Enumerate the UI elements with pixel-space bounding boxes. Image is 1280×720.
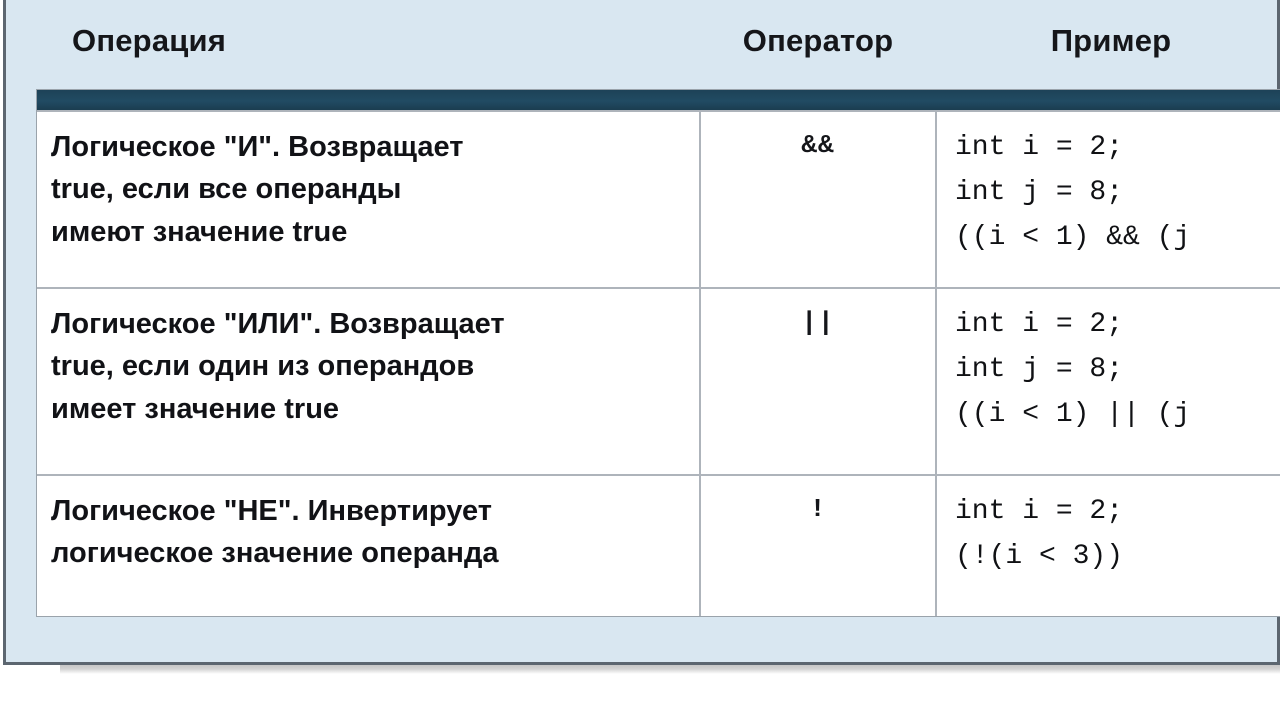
operation-description: Логическое "НЕ". Инвертирует логическое …	[51, 495, 499, 570]
table-top-accent-bar	[37, 90, 1280, 110]
operation-description: Логическое "ИЛИ". Возвращает true, если …	[51, 308, 505, 425]
cell-operation: Логическое "И". Возвращает true, если вс…	[37, 112, 701, 287]
table-row: Логическое "НЕ". Инвертирует логическое …	[37, 474, 1280, 616]
example-code: int i = 2; (!(i < 3))	[955, 496, 1124, 572]
cell-operator: &&	[701, 112, 937, 287]
operator-symbol: &&	[801, 130, 835, 160]
table-row: Логическое "И". Возвращает true, если вс…	[37, 110, 1280, 287]
panel-drop-shadow	[60, 665, 1280, 674]
column-header-example: Пример	[1050, 23, 1172, 58]
cell-operation: Логическое "НЕ". Инвертирует логическое …	[37, 476, 701, 616]
operation-description: Логическое "И". Возвращает true, если вс…	[51, 131, 464, 248]
cell-example: int i = 2; (!(i < 3))	[937, 476, 1280, 616]
operator-symbol: ||	[801, 307, 835, 337]
example-code: int i = 2; int j = 8; ((i < 1) && (j	[955, 132, 1191, 253]
column-header-operator: Оператор	[742, 23, 894, 58]
cell-operation: Логическое "ИЛИ". Возвращает true, если …	[37, 289, 701, 474]
operator-symbol: !	[809, 494, 827, 524]
table-row: Логическое "ИЛИ". Возвращает true, если …	[37, 287, 1280, 474]
cell-example: int i = 2; int j = 8; ((i < 1) && (j	[937, 112, 1280, 287]
cell-example: int i = 2; int j = 8; ((i < 1) || (j	[937, 289, 1280, 474]
slide-panel: Операция Оператор Пример Логическое "И".…	[3, 0, 1280, 665]
column-header-operation: Операция	[72, 23, 227, 58]
cell-operator: ||	[701, 289, 937, 474]
cell-operator: !	[701, 476, 937, 616]
logical-operators-table: Логическое "И". Возвращает true, если вс…	[36, 89, 1280, 617]
example-code: int i = 2; int j = 8; ((i < 1) || (j	[955, 309, 1191, 430]
table-column-headers: Операция Оператор Пример	[36, 10, 1280, 72]
